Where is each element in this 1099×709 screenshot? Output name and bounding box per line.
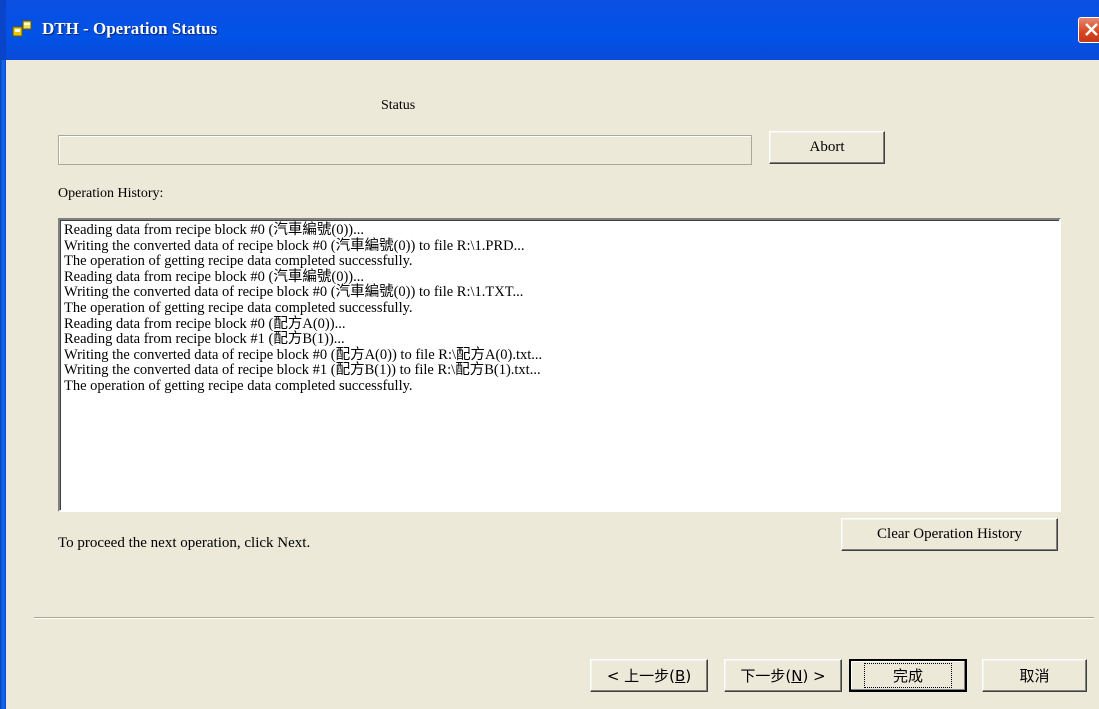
finish-button[interactable]: 完成	[849, 659, 967, 692]
history-textbox[interactable]: Reading data from recipe block #0 (汽車編號(…	[58, 218, 1061, 512]
finish-label: 完成	[863, 663, 952, 688]
cancel-button[interactable]: 取消	[982, 659, 1087, 692]
back-button[interactable]: < 上一步(B)	[590, 659, 708, 692]
close-button[interactable]	[1078, 17, 1099, 43]
history-line: Writing the converted data of recipe blo…	[64, 237, 525, 254]
next-button[interactable]: 下一步(N) >	[724, 659, 842, 692]
progress-bar	[58, 135, 752, 165]
abort-button[interactable]: Abort	[769, 131, 885, 164]
history-line: Writing the converted data of recipe blo…	[64, 362, 541, 379]
history-line: The operation of getting recipe data com…	[64, 299, 413, 316]
hint-text: To proceed the next operation, click Nex…	[58, 535, 311, 551]
history-line: Reading data from recipe block #0 (汽車編號(…	[64, 222, 364, 238]
title-bar[interactable]: DTH - Operation Status	[0, 0, 1099, 60]
history-line: Reading data from recipe block #0 (配方A(0…	[64, 315, 346, 332]
history-label: Operation History:	[58, 186, 164, 201]
window-frame-left	[0, 60, 6, 709]
app-icon	[12, 19, 34, 39]
clear-history-button[interactable]: Clear Operation History	[841, 518, 1058, 551]
history-line: The operation of getting recipe data com…	[64, 253, 413, 270]
next-label: 下一步(N) >	[740, 667, 826, 685]
history-line: Writing the converted data of recipe blo…	[64, 346, 543, 363]
status-label: Status	[381, 98, 416, 113]
history-line: Reading data from recipe block #1 (配方B(1…	[64, 331, 345, 348]
back-label: < 上一步(B)	[606, 667, 692, 685]
divider	[34, 617, 1094, 619]
close-icon	[1085, 23, 1098, 36]
history-line: Writing the converted data of recipe blo…	[64, 284, 524, 301]
window-title: DTH - Operation Status	[42, 19, 218, 38]
history-line: The operation of getting recipe data com…	[64, 377, 413, 394]
